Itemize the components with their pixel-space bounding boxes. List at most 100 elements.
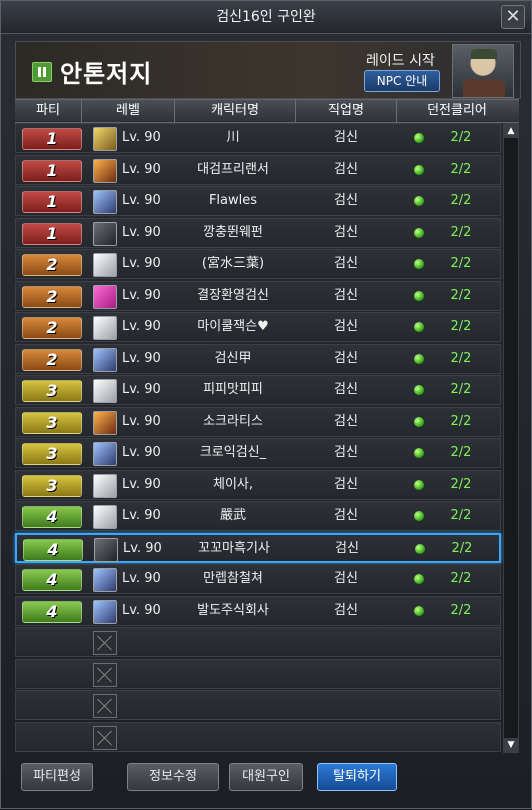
member-row[interactable]: 2 Lv. 90 검신甲 검신 2/2	[15, 343, 501, 374]
leave-button[interactable]: 탈퇴하기	[317, 763, 397, 791]
character-name: 크로익검신_	[199, 445, 267, 460]
party-badge: 1	[22, 159, 82, 182]
party-badge: 4	[22, 600, 82, 623]
character-name: 꼬꼬마흑기사	[198, 540, 270, 556]
job-name: 검신	[334, 256, 358, 271]
npc-guide-button[interactable]: NPC 안내	[364, 70, 440, 92]
member-row[interactable]: 2 Lv. 90 (宮水三葉) 검신 2/2	[15, 249, 501, 279]
dungeon-clear-count: 2/2	[450, 130, 472, 145]
job-name: 검신	[334, 130, 358, 145]
character-avatar-icon	[93, 253, 117, 277]
scroll-down-icon[interactable]: ▼	[504, 738, 518, 752]
online-status-icon	[414, 322, 424, 332]
online-status-icon	[414, 416, 424, 427]
character-avatar-icon	[93, 190, 117, 214]
online-status-icon	[414, 164, 424, 175]
column-level[interactable]: 레벨	[82, 100, 175, 122]
member-row[interactable]: 1 Lv. 90 Flawles 검신 2/2	[15, 186, 501, 216]
dungeon-clear-count: 2/2	[450, 350, 472, 366]
member-row[interactable]: 1 Lv. 90 川 검신 2/2	[15, 123, 501, 153]
job-name: 검신	[334, 224, 358, 240]
character-avatar-icon	[93, 568, 117, 592]
online-status-icon	[414, 227, 424, 238]
level-text: Lv. 90	[122, 413, 161, 429]
dungeon-clear-count: 2/2	[450, 319, 472, 334]
column-dungeon-clear[interactable]: 던전클리어	[397, 100, 517, 122]
dungeon-clear-count: 2/2	[450, 602, 472, 618]
dungeon-clear-count: 2/2	[450, 193, 472, 208]
member-row[interactable]: 3 Lv. 90 크로익검신_ 검신 2/2	[15, 438, 501, 468]
level-text: Lv. 90	[122, 319, 161, 334]
member-list-scrollbar[interactable]: ▲ ▼	[503, 123, 519, 753]
party-edit-button[interactable]: 파티편성	[21, 763, 93, 791]
party-badge: 2	[22, 348, 82, 371]
level-text: Lv. 90	[122, 256, 161, 271]
job-name: 검신	[334, 602, 358, 618]
member-row[interactable]: 4 Lv. 90 만렙참철쳐 검신 2/2	[15, 564, 501, 594]
member-row[interactable]: 3 Lv. 90 소크라티스 검신 2/2	[15, 406, 501, 437]
member-row[interactable]: 3 Lv. 90 피피맛피피 검신 2/2	[15, 375, 501, 405]
level-text: Lv. 90	[122, 571, 161, 586]
title-bar[interactable]: 검신16인 구인완 ✕	[1, 1, 531, 34]
character-name: 피피맛피피	[203, 382, 263, 397]
job-name: 검신	[334, 476, 358, 492]
online-status-icon	[414, 196, 424, 206]
character-avatar-icon	[93, 127, 117, 151]
dungeon-clear-count: 2/2	[451, 540, 473, 556]
online-status-icon	[414, 605, 424, 616]
party-badge: 1	[22, 128, 82, 150]
job-name: 검신	[334, 350, 358, 366]
column-party[interactable]: 파티	[15, 100, 82, 122]
online-status-icon	[414, 259, 424, 269]
online-status-icon	[414, 385, 424, 395]
level-text: Lv. 90	[122, 602, 161, 618]
dungeon-clear-count: 2/2	[450, 382, 472, 397]
character-avatar-icon	[93, 410, 117, 435]
character-name: 대검프리랜서	[197, 161, 269, 177]
member-row[interactable]: 1 Lv. 90 대검프리랜서 검신 2/2	[15, 154, 501, 185]
column-job[interactable]: 직업명	[296, 100, 397, 122]
job-name: 검신	[334, 413, 358, 429]
recruit-button[interactable]: 대원구인	[229, 763, 303, 791]
character-avatar-icon	[93, 347, 117, 372]
online-status-icon	[414, 290, 424, 301]
empty-slot-icon	[93, 725, 117, 750]
member-row[interactable]: 4 Lv. 90 嚴武 검신 2/2	[15, 501, 501, 531]
member-row[interactable]: 3 Lv. 90 체이사, 검신 2/2	[15, 469, 501, 500]
member-row[interactable]: 2 Lv. 90 결장환영검신 검신 2/2	[15, 280, 501, 311]
level-text: Lv. 90	[122, 445, 161, 460]
level-text: Lv. 90	[122, 287, 161, 303]
dungeon-clear-count: 2/2	[450, 224, 472, 240]
scroll-up-icon[interactable]: ▲	[504, 124, 518, 138]
raid-window: 검신16인 구인완 ✕ 안톤저지 레이드 시작 NPC 안내 파티 레벨 캐릭터…	[0, 0, 532, 809]
job-name: 검신	[334, 571, 358, 586]
character-avatar-icon	[94, 537, 118, 562]
group-header: 안톤저지 레이드 시작 NPC 안내	[15, 41, 521, 99]
job-name: 검신	[334, 508, 358, 523]
level-text: Lv. 90	[122, 161, 161, 177]
dungeon-clear-count: 2/2	[450, 508, 472, 523]
member-row[interactable]: 4 Lv. 90 꼬꼬마흑기사 검신 2/2	[15, 532, 501, 563]
dungeon-clear-count: 2/2	[450, 413, 472, 429]
character-avatar-icon	[93, 158, 117, 183]
close-icon[interactable]: ✕	[501, 5, 525, 29]
party-badge: 3	[22, 380, 82, 402]
level-text: Lv. 90	[122, 130, 161, 145]
character-name: 마이쿨잭슨♥	[197, 319, 269, 334]
column-character-name[interactable]: 캐릭터명	[175, 100, 296, 122]
party-badge: 4	[22, 569, 82, 591]
character-avatar-icon	[93, 316, 117, 340]
online-status-icon	[414, 353, 424, 364]
member-row[interactable]: 1 Lv. 90 깡충뛴웨펀 검신 2/2	[15, 217, 501, 248]
member-list: 1 Lv. 90 川 검신 2/2 1 Lv. 90 대검프리랜서 검신 2/2 1 Lv. 90 Fl…	[15, 123, 501, 753]
info-edit-button[interactable]: 정보수정	[127, 763, 219, 791]
member-row[interactable]: 4 Lv. 90 발도주식회사 검신 2/2	[15, 595, 501, 626]
party-badge: 1	[22, 191, 82, 213]
empty-slot-icon	[93, 694, 117, 718]
member-row[interactable]: 2 Lv. 90 마이쿨잭슨♥ 검신 2/2	[15, 312, 501, 342]
dungeon-clear-count: 2/2	[450, 476, 472, 492]
table-header: 파티 레벨 캐릭터명 직업명 던전클리어	[15, 99, 519, 123]
party-badge: 3	[22, 474, 82, 497]
character-name: 체이사,	[212, 476, 253, 492]
level-text: Lv. 90	[122, 350, 161, 366]
